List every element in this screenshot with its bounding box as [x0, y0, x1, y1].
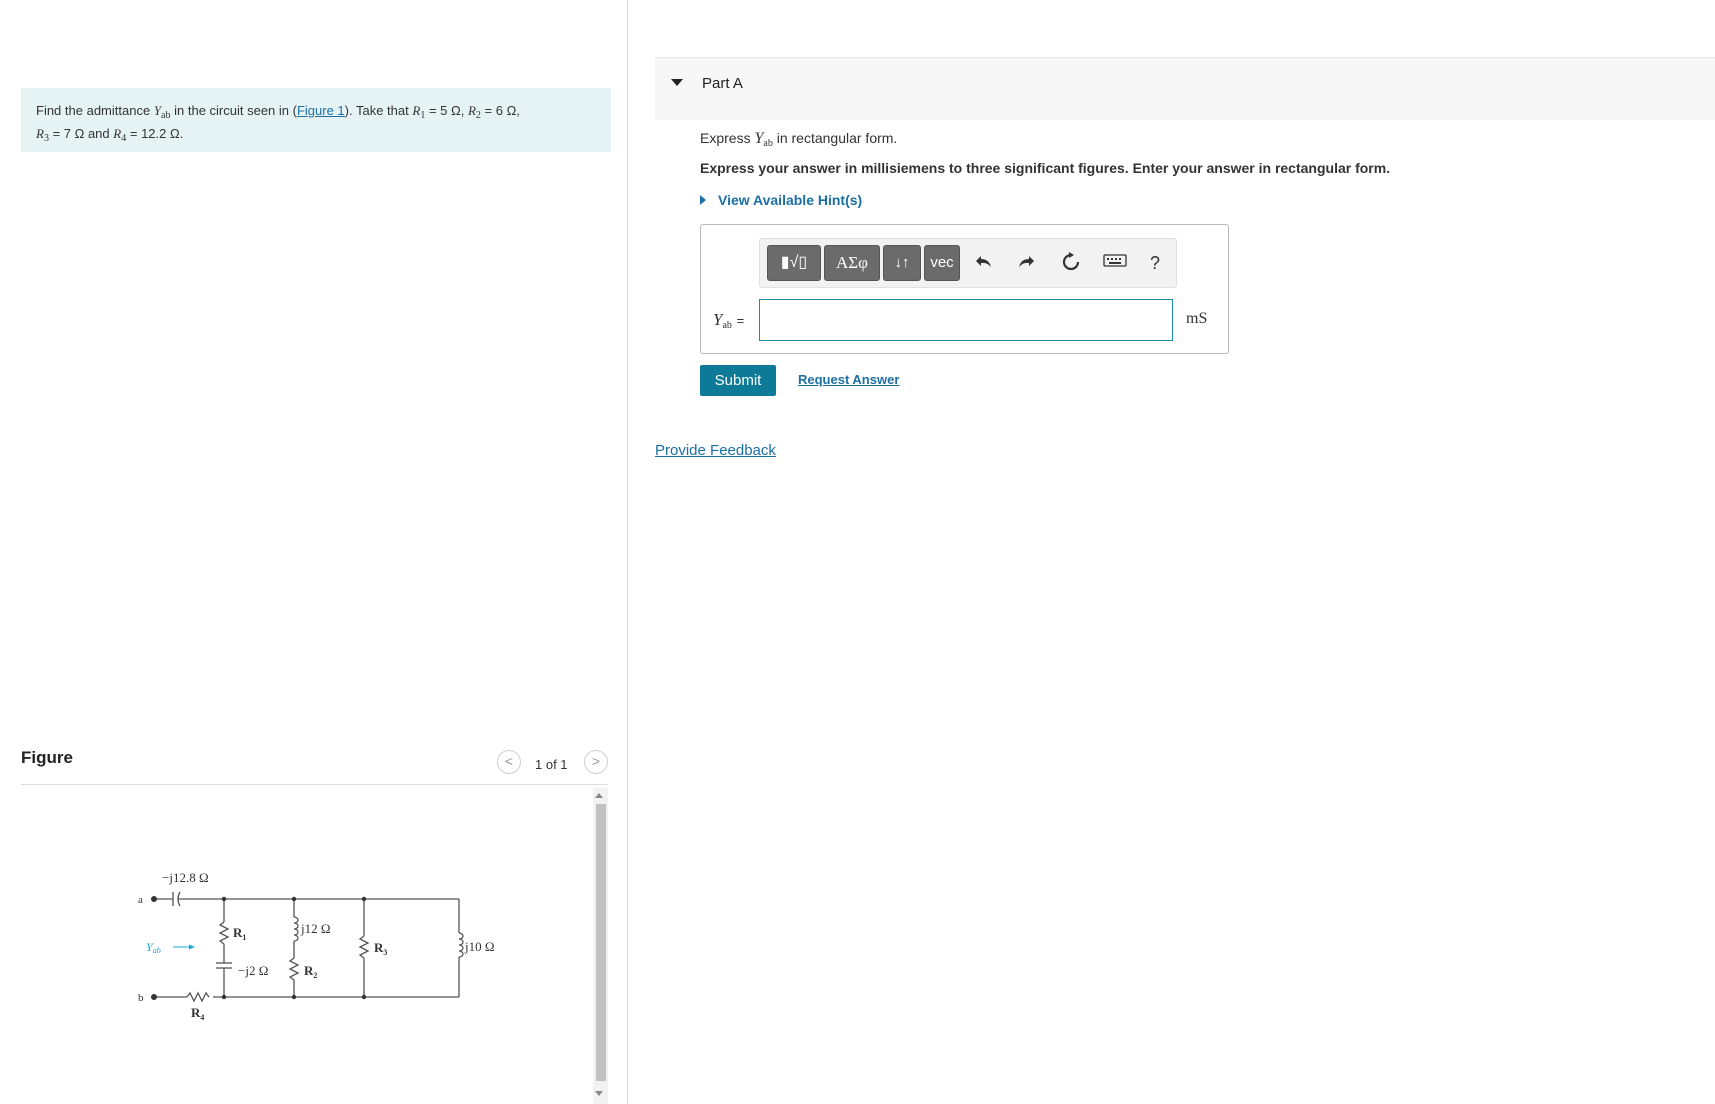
instruction-text: Express Yab in rectangular form.	[700, 130, 898, 149]
var-y: Yab	[153, 103, 171, 121]
junction	[361, 896, 367, 902]
arrows-button[interactable]: ↓↑	[883, 245, 921, 281]
resistor-r2	[288, 957, 300, 981]
next-figure-button[interactable]: >	[584, 750, 608, 774]
figure-pager-text: 1 of 1	[535, 757, 568, 772]
request-answer-link[interactable]: Request Answer	[798, 372, 899, 387]
r1-value: = 5 Ω,	[428, 103, 465, 118]
provide-feedback-link[interactable]: Provide Feedback	[655, 442, 776, 459]
terminal-a	[151, 896, 157, 902]
label-ind-j10: j10 Ω	[464, 939, 495, 954]
label-r1: R1	[233, 925, 246, 942]
answer-box: ▮√▯ ΑΣφ ↓↑ vec ? Yab = mS	[700, 224, 1229, 354]
junction	[291, 994, 297, 1000]
problem-statement: Find the admittance Yab in the circuit s…	[21, 88, 611, 152]
resistor-r3	[358, 935, 370, 959]
left-panel: Find the admittance Yab in the circuit s…	[0, 0, 627, 1104]
collapse-caret-icon[interactable]	[671, 79, 683, 86]
label-ind-j12: j12 Ω	[300, 921, 331, 936]
undo-icon[interactable]	[971, 251, 997, 277]
label-r2: R2	[304, 963, 317, 980]
resistor-r1	[218, 921, 230, 945]
figure-scrollbar[interactable]	[593, 788, 608, 1104]
problem-text: ). Take that	[344, 103, 409, 118]
problem-text: Find the admittance	[36, 103, 151, 118]
figure-header: Figure < 1 of 1 >	[21, 748, 608, 785]
label-node-b: b	[138, 992, 144, 1004]
label-cap-mid: −j2 Ω	[238, 963, 268, 978]
var-yab: Yab	[754, 130, 773, 149]
panel-divider	[627, 0, 628, 1104]
keyboard-icon[interactable]	[1102, 251, 1128, 274]
figure-area: −j12.8 Ω a b Yab R1 −j2 Ω j12 Ω R2 R3 j1…	[21, 785, 611, 1104]
scroll-up-arrow-icon[interactable]	[595, 793, 603, 798]
figure-link[interactable]: Figure 1	[297, 103, 345, 118]
var-r3: R3	[36, 126, 49, 144]
junction	[221, 896, 227, 902]
label-node-a: a	[138, 894, 143, 906]
view-hints-toggle[interactable]: View Available Hint(s)	[700, 192, 862, 208]
inductor-j12	[293, 916, 299, 942]
yab-arrowhead	[189, 944, 195, 950]
label-r4: R4	[191, 1005, 204, 1022]
label-yab: Yab	[146, 940, 161, 955]
var-r4: R4	[113, 126, 127, 144]
circuit-diagram: −j12.8 Ω a b Yab R1 −j2 Ω j12 Ω R2 R3 j1…	[138, 870, 495, 1022]
part-a-header[interactable]: Part A	[655, 57, 1715, 120]
problem-text: in the circuit seen in (	[174, 103, 297, 118]
terminal-b	[151, 994, 157, 1000]
prev-figure-button[interactable]: <	[497, 750, 521, 774]
answer-unit: mS	[1186, 310, 1208, 327]
answer-input[interactable]	[759, 299, 1173, 341]
math-toolbar: ▮√▯ ΑΣφ ↓↑ vec ?	[759, 238, 1177, 288]
part-title: Part A	[702, 75, 743, 92]
expand-caret-icon	[700, 195, 706, 205]
var-yab: Yab	[713, 310, 732, 331]
help-button[interactable]: ?	[1142, 253, 1168, 274]
r4-value: = 12.2 Ω.	[129, 126, 184, 141]
answer-label: Yab =	[713, 310, 745, 331]
answer-format-instruction: Express your answer in millisiemens to t…	[700, 160, 1391, 176]
figure-title: Figure	[21, 748, 73, 767]
vector-button[interactable]: vec	[924, 245, 960, 281]
junction	[361, 994, 367, 1000]
resistor-r4	[186, 991, 210, 1003]
scroll-thumb[interactable]	[596, 804, 606, 1081]
r2-value: = 6 Ω,	[484, 103, 520, 118]
templates-button[interactable]: ▮√▯	[767, 245, 821, 281]
scroll-down-arrow-icon[interactable]	[595, 1091, 603, 1096]
var-r2: R2	[467, 103, 481, 121]
r3-value: = 7 Ω and	[52, 126, 110, 141]
junction	[291, 896, 297, 902]
inductor-j10	[458, 932, 464, 958]
var-r1: R1	[412, 103, 426, 121]
reset-icon[interactable]	[1058, 251, 1084, 279]
submit-button[interactable]: Submit	[700, 365, 776, 396]
label-r3: R3	[374, 940, 387, 957]
junction	[221, 994, 227, 1000]
redo-icon[interactable]	[1013, 251, 1039, 277]
label-cap-top: −j12.8 Ω	[162, 870, 209, 885]
greek-symbols-button[interactable]: ΑΣφ	[824, 245, 880, 281]
